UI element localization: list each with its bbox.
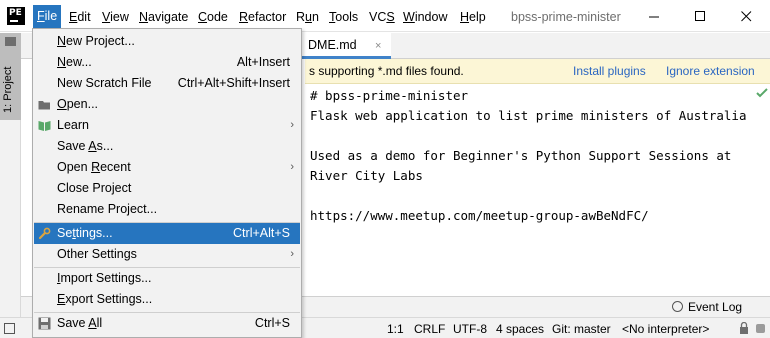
indent-setting[interactable]: 4 spaces <box>496 322 544 336</box>
minimize-icon <box>648 16 659 17</box>
code-line: River City Labs <box>310 168 423 183</box>
menu-file[interactable]: File <box>33 5 62 28</box>
lock-icon[interactable] <box>739 322 749 335</box>
menu-code[interactable]: Code <box>195 8 231 26</box>
banner-message: s supporting *.md files found. <box>309 64 464 78</box>
submenu-arrow-icon: › <box>290 248 294 260</box>
book-icon <box>38 121 51 131</box>
menu-tools[interactable]: Tools <box>326 8 361 26</box>
install-plugins-link[interactable]: Install plugins <box>573 64 646 78</box>
menu-view[interactable]: View <box>99 8 132 26</box>
menu-item-rename-project[interactable]: Rename Project... <box>34 199 300 220</box>
plugin-suggestion-banner: s supporting *.md files found. Install p… <box>305 59 770 84</box>
editor-tab-label: DME.md <box>308 38 357 52</box>
close-icon <box>740 10 751 21</box>
shortcut-label: Alt+Insert <box>236 55 290 69</box>
menu-item-save-as[interactable]: Save As... <box>34 136 300 157</box>
menu-vcs[interactable]: VCS <box>366 8 398 26</box>
menu-refactor[interactable]: Refactor <box>236 8 289 26</box>
menu-item-settings[interactable]: Settings... Ctrl+Alt+S <box>34 223 300 244</box>
folder-icon <box>38 101 50 110</box>
line-separator[interactable]: CRLF <box>414 322 445 336</box>
menu-item-import-settings[interactable]: Import Settings... <box>34 268 300 289</box>
menu-item-open[interactable]: Open... <box>34 94 300 115</box>
menu-item-other-settings[interactable]: Other Settings › <box>34 244 300 265</box>
app-logo-icon: PE <box>7 7 25 25</box>
file-encoding[interactable]: UTF-8 <box>453 322 487 336</box>
toggle-tool-windows-icon[interactable] <box>4 323 15 334</box>
menu-item-new-scratch-file[interactable]: New Scratch File Ctrl+Alt+Shift+Insert <box>34 73 300 94</box>
shortcut-label: Ctrl+Alt+S <box>233 226 290 240</box>
menu-run[interactable]: Run <box>293 8 322 26</box>
maximize-button[interactable] <box>677 2 723 30</box>
event-log-button[interactable]: Event Log <box>672 300 742 314</box>
ignore-extension-link[interactable]: Ignore extension <box>666 64 755 78</box>
event-log-icon <box>672 301 683 312</box>
menu-window[interactable]: Window <box>400 8 450 26</box>
menu-edit[interactable]: Edit <box>66 8 94 26</box>
shortcut-label: Ctrl+S <box>254 316 290 330</box>
python-interpreter[interactable]: <No interpreter> <box>622 322 709 336</box>
memory-indicator-icon[interactable] <box>756 324 765 333</box>
maximize-icon <box>694 10 705 21</box>
folder-icon <box>5 37 16 46</box>
menu-item-learn[interactable]: Learn › <box>34 115 300 136</box>
vcs-branch[interactable]: Git: master <box>552 322 611 336</box>
menu-item-new-project[interactable]: New Project... <box>34 31 300 52</box>
project-tab-label: 1: Project <box>2 66 14 113</box>
code-line: Flask web application to list prime mini… <box>310 108 747 123</box>
menu-help[interactable]: Help <box>457 8 489 26</box>
tab-close-icon[interactable]: × <box>375 41 381 52</box>
menu-item-close-project[interactable]: Close Project <box>34 178 300 199</box>
inspection-ok-check-icon[interactable] <box>756 88 768 98</box>
save-icon <box>38 317 51 330</box>
shortcut-label: Ctrl+Alt+Shift+Insert <box>177 76 290 90</box>
menu-item-new[interactable]: New... Alt+Insert <box>34 52 300 73</box>
project-tool-tab[interactable]: 1: Project <box>0 33 21 120</box>
file-menu-popup: New Project... New... Alt+Insert New Scr… <box>32 28 302 338</box>
code-line: https://www.meetup.com/meetup-group-awBe… <box>310 208 649 223</box>
menu-item-open-recent[interactable]: Open Recent › <box>34 157 300 178</box>
minimize-button[interactable] <box>631 2 677 30</box>
caret-position[interactable]: 1:1 <box>387 322 404 336</box>
menu-item-save-all[interactable]: Save All Ctrl+S <box>34 313 300 334</box>
wrench-icon <box>38 227 51 240</box>
menu-navigate[interactable]: Navigate <box>136 8 191 26</box>
menu-item-export-settings[interactable]: Export Settings... <box>34 289 300 310</box>
close-window-button[interactable] <box>723 2 769 30</box>
code-line: # bpss-prime-minister <box>310 88 469 103</box>
code-editor[interactable]: # bpss-prime-minister Flask web applicat… <box>305 85 770 296</box>
code-line: Used as a demo for Beginner's Python Sup… <box>310 148 732 163</box>
left-tool-strip: 1: Project <box>0 33 21 323</box>
submenu-arrow-icon: › <box>290 161 294 173</box>
window-title: bpss-prime-minister <box>511 10 621 24</box>
submenu-arrow-icon: › <box>290 119 294 131</box>
event-log-label: Event Log <box>688 300 743 314</box>
